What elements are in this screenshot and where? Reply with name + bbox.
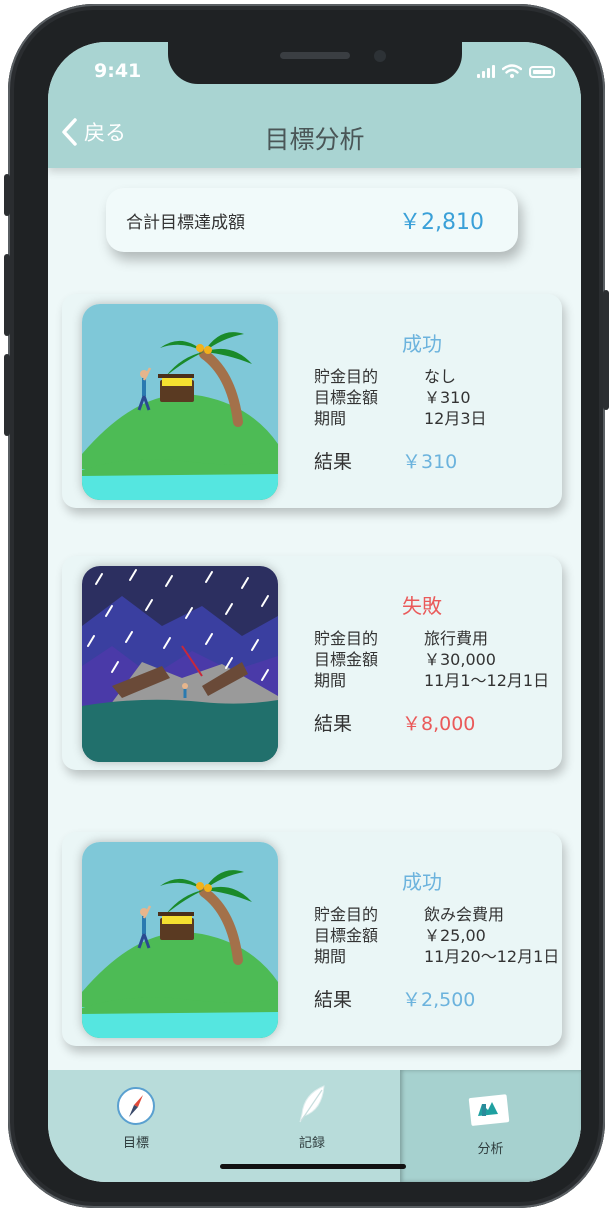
goal-period-row: 期間 11月20〜12月1日 bbox=[314, 947, 560, 966]
tab-label: 分析 bbox=[477, 1142, 504, 1157]
goal-period-row: 期間 11月1〜12月1日 bbox=[314, 671, 550, 690]
goal-amount-row: 目標金額 ￥310 bbox=[314, 388, 471, 407]
signal-icon bbox=[477, 65, 495, 78]
result-row: 結果 ￥2,500 bbox=[314, 985, 475, 1012]
status-time: 9:41 bbox=[94, 60, 142, 82]
result-value: ￥2,500 bbox=[402, 989, 476, 1011]
result-value: ￥8,000 bbox=[402, 713, 476, 735]
goal-card[interactable]: 失敗 貯金目的 旅行費用 目標金額 ￥30,000 期間 11月1〜12月1日 結果 … bbox=[62, 556, 562, 770]
card-status: 成功 bbox=[402, 870, 442, 894]
mute-switch bbox=[4, 174, 10, 216]
notch bbox=[168, 42, 462, 84]
app-screen: 戻る 目標分析 9:41 合計目標達成額 ￥2,810 成功 貯金目的 なし 目… bbox=[48, 42, 581, 1182]
goal-card[interactable]: 成功 貯金目的 飲み会費用 目標金額 ￥25,00 期間 11月20〜12月1日 結果… bbox=[62, 832, 562, 1046]
power-button bbox=[603, 290, 609, 410]
chart-card-icon bbox=[468, 1094, 510, 1126]
phone-frame: 戻る 目標分析 9:41 合計目標達成額 ￥2,810 成功 貯金目的 なし 目… bbox=[4, 4, 609, 1208]
tab-goals[interactable]: 目標 bbox=[48, 1070, 224, 1182]
total-value: ￥2,810 bbox=[399, 210, 484, 235]
page-title: 目標分析 bbox=[264, 125, 365, 154]
total-label: 合計目標達成額 bbox=[126, 213, 245, 233]
tab-analysis[interactable]: 分析 bbox=[400, 1070, 581, 1182]
wifi-icon bbox=[502, 64, 522, 78]
goal-purpose-row: 貯金目的 なし bbox=[314, 367, 457, 386]
result-value: ￥310 bbox=[402, 451, 458, 473]
speaker bbox=[280, 52, 350, 59]
goal-card[interactable]: 成功 貯金目的 なし 目標金額 ￥310 期間 12月3日 結果 ￥310 bbox=[62, 294, 562, 508]
result-row: 結果 ￥310 bbox=[314, 447, 457, 474]
total-achieved-card: 合計目標達成額 ￥2,810 bbox=[106, 188, 518, 252]
goal-purpose-row: 貯金目的 旅行費用 bbox=[314, 629, 489, 648]
card-status: 失敗 bbox=[402, 594, 442, 618]
battery-icon bbox=[529, 66, 555, 78]
result-row: 結果 ￥8,000 bbox=[314, 709, 475, 736]
island-treasure-image bbox=[82, 842, 278, 1038]
goal-amount-row: 目標金額 ￥30,000 bbox=[314, 650, 496, 669]
goal-purpose-row: 貯金目的 飲み会費用 bbox=[314, 905, 505, 924]
home-indicator[interactable] bbox=[220, 1164, 406, 1169]
volume-down-button bbox=[4, 354, 10, 436]
shipwreck-storm-image bbox=[82, 566, 278, 762]
island-treasure-image bbox=[82, 304, 278, 500]
feather-icon bbox=[299, 1085, 325, 1123]
tab-label: 記録 bbox=[298, 1136, 325, 1151]
compass-icon bbox=[117, 1087, 155, 1125]
volume-up-button bbox=[4, 254, 10, 336]
goal-period-row: 期間 12月3日 bbox=[314, 409, 487, 428]
front-camera bbox=[374, 50, 386, 62]
card-status: 成功 bbox=[402, 332, 442, 356]
goal-amount-row: 目標金額 ￥25,00 bbox=[314, 926, 486, 945]
tab-label: 目標 bbox=[122, 1136, 149, 1151]
